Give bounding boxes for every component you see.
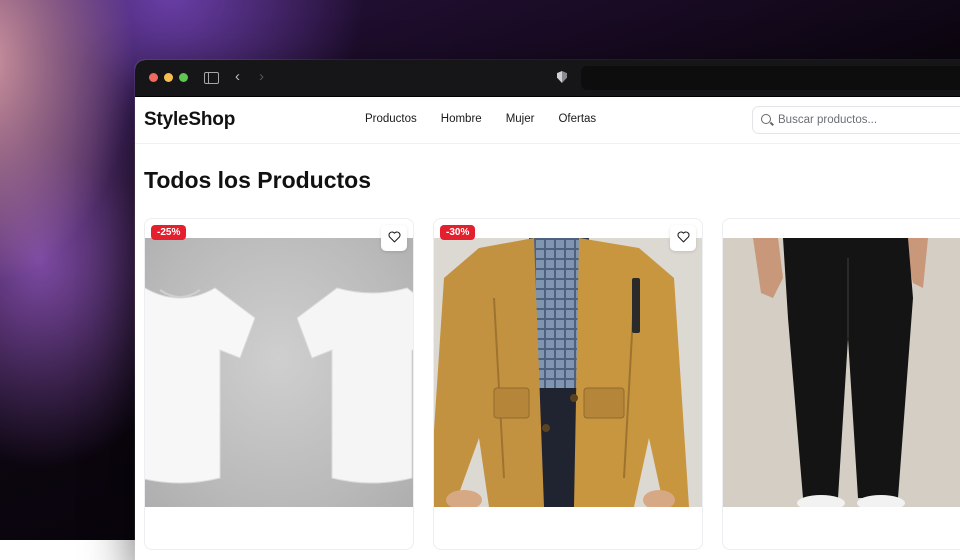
discount-badge: -25% xyxy=(151,225,187,240)
favorite-button[interactable] xyxy=(670,225,696,251)
nav-link-hombre[interactable]: Hombre xyxy=(441,113,482,125)
search-box[interactable] xyxy=(752,106,960,134)
jacket-illustration xyxy=(434,238,702,507)
sidebar-toggle-icon[interactable] xyxy=(204,72,219,84)
tshirt-front-illustration xyxy=(145,287,255,484)
forward-arrow-icon[interactable]: › xyxy=(259,69,264,85)
nav-link-productos[interactable]: Productos xyxy=(365,113,417,125)
pants-illustration xyxy=(723,238,960,507)
zoom-window-button[interactable] xyxy=(179,73,188,82)
back-arrow-icon[interactable]: ‹ xyxy=(235,69,240,85)
browser-window: ‹ › StyleShop Productos Hombre Mujer Ofe… xyxy=(135,60,960,560)
product-grid: -25% -30% xyxy=(144,218,960,550)
close-window-button[interactable] xyxy=(149,73,158,82)
page-title: Todos los Productos xyxy=(144,167,372,193)
nav-link-mujer[interactable]: Mujer xyxy=(506,113,535,125)
search-input[interactable] xyxy=(776,111,960,129)
product-card[interactable]: -25% xyxy=(144,218,414,550)
privacy-shield-icon[interactable] xyxy=(557,71,567,83)
site-header: StyleShop Productos Hombre Mujer Ofertas xyxy=(135,97,960,144)
tshirt-back-illustration xyxy=(297,287,413,484)
product-card[interactable]: -30% xyxy=(433,218,703,550)
heart-icon xyxy=(677,231,690,243)
search-icon xyxy=(761,114,771,124)
main-nav: Productos Hombre Mujer Ofertas xyxy=(365,113,620,125)
browser-toolbar: ‹ › xyxy=(135,60,960,97)
favorite-button[interactable] xyxy=(381,225,407,251)
product-image-pants[interactable] xyxy=(723,238,960,507)
address-bar[interactable] xyxy=(581,66,960,90)
minimize-window-button[interactable] xyxy=(164,73,173,82)
nav-link-ofertas[interactable]: Ofertas xyxy=(558,113,596,125)
site-logo[interactable]: StyleShop xyxy=(144,109,235,131)
product-card[interactable] xyxy=(722,218,960,550)
discount-badge: -30% xyxy=(440,225,476,240)
product-image-tshirt[interactable] xyxy=(145,238,413,507)
product-image-jacket[interactable] xyxy=(434,238,702,507)
heart-icon xyxy=(388,231,401,243)
